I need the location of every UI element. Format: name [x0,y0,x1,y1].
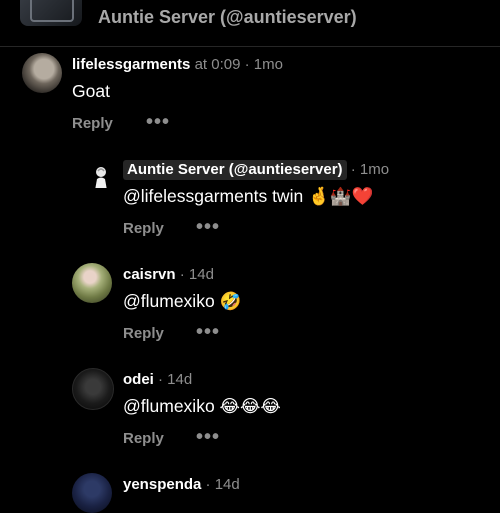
creator-avatar-icon [95,167,107,188]
more-options-icon[interactable]: ••• [196,216,220,239]
comment-text: @flumexiko 😂😂😂 [123,396,281,416]
comment-username[interactable]: caisrvn [123,266,176,283]
comment-username[interactable]: lifelessgarments [72,56,190,73]
reply-button[interactable]: Reply [72,115,113,132]
comment-text: Goat [72,81,110,101]
avatar[interactable] [72,368,114,410]
reply-button[interactable]: Reply [123,430,164,447]
comment-timestamp[interactable]: · 1mo [347,161,389,178]
comment-text: @lifelessgarments twin 🤞🏰❤️ [123,186,374,206]
comment-timestamp[interactable]: at 0:09 · 1mo [195,56,283,73]
reply-button[interactable]: Reply [123,220,164,237]
comment-username[interactable]: yenspenda [123,476,201,493]
avatar[interactable] [72,263,112,303]
reply-button[interactable]: Reply [123,325,164,342]
avatar[interactable] [72,473,112,513]
comment-text: @flumexiko 🤣 [123,291,242,311]
video-thumbnail[interactable] [20,0,82,26]
comment-username[interactable]: odei [123,371,154,388]
more-options-icon[interactable]: ••• [196,321,220,344]
comments-header: Auntie Server (@auntieserver) [0,0,500,47]
comment-timestamp[interactable]: · 14d [158,371,192,388]
comment-timestamp[interactable]: · 14d [206,476,240,493]
comment-username[interactable]: Auntie Server (@auntieserver) [123,160,347,180]
comment-timestamp[interactable]: · 14d [180,266,214,283]
avatar[interactable] [90,166,112,188]
header-title: Auntie Server (@auntieserver) [98,7,357,27]
more-options-icon[interactable]: ••• [146,111,170,134]
more-options-icon[interactable]: ••• [196,426,220,449]
avatar[interactable] [22,53,62,93]
